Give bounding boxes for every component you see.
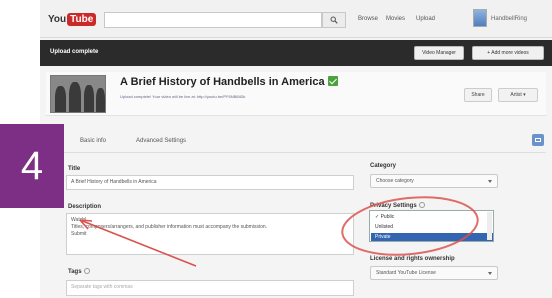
step-number: 4 [20, 143, 44, 188]
tab-basic-info[interactable]: Basic info [80, 138, 106, 144]
privacy-select[interactable]: ✓ Public Unlisted Private [369, 210, 494, 242]
logo-you-text: You [48, 13, 67, 25]
video-title-text: A Brief History of Handbells in America [120, 76, 325, 88]
tags-input[interactable]: Separate tags with commas [66, 280, 354, 296]
youtube-logo[interactable]: You Tube [48, 9, 98, 29]
description-label: Description [68, 204, 102, 210]
description-line: Submit [71, 231, 87, 237]
chevron-down-icon [488, 272, 492, 275]
edit-icon[interactable] [532, 134, 544, 146]
search-icon [330, 16, 338, 24]
video-title: A Brief History of Handbells in America [120, 76, 338, 88]
video-summary: A Brief History of Handbells in America … [46, 72, 546, 116]
top-header: You Tube Browse Movies Upload HandbellRi… [40, 0, 552, 38]
description-line: Watch! [71, 217, 87, 223]
search-button[interactable] [322, 12, 346, 28]
help-icon[interactable] [83, 268, 90, 274]
video-thumbnail [50, 75, 106, 113]
user-name-link[interactable]: HandbellRing [491, 16, 527, 22]
help-icon[interactable] [418, 202, 425, 208]
avatar[interactable] [473, 9, 487, 27]
nav-movies-link[interactable]: Movies [386, 16, 405, 22]
step-number-badge: 4 [0, 124, 64, 208]
privacy-option-private[interactable]: Private [371, 233, 493, 241]
category-select[interactable]: Choose category [370, 174, 498, 188]
youtube-upload-window: You Tube Browse Movies Upload HandbellRi… [40, 0, 552, 298]
license-value: Standard YouTube License [376, 270, 436, 276]
description-line: Titles, composers/arrangers, and publish… [71, 224, 268, 230]
search-input[interactable] [104, 12, 322, 28]
privacy-option-public[interactable]: ✓ Public [371, 213, 493, 221]
logo-tube-text: Tube [67, 12, 97, 26]
privacy-scrollbar[interactable] [487, 212, 492, 240]
tab-divider [46, 152, 546, 153]
category-value: Choose category [376, 178, 414, 184]
tags-label-text: Tags [68, 269, 82, 275]
upload-status-text: Upload complete [50, 49, 99, 55]
share-button[interactable]: Share [464, 88, 492, 102]
tab-advanced-settings[interactable]: Advanced Settings [136, 138, 186, 144]
license-select[interactable]: Standard YouTube License [370, 266, 498, 280]
video-upload-info: Upload complete! Your video will be live… [120, 94, 246, 99]
privacy-option-unlisted[interactable]: Unlisted [371, 223, 493, 231]
description-field[interactable]: Watch! Titles, composers/arrangers, and … [66, 213, 354, 255]
add-more-videos-button[interactable]: + Add more videos [472, 46, 544, 60]
artist-dropdown-button[interactable]: Artist ▾ [498, 88, 538, 102]
check-icon [327, 76, 338, 86]
video-manager-button[interactable]: Video Manager [414, 46, 464, 60]
title-label: Title [68, 166, 81, 172]
chevron-down-icon [488, 180, 492, 183]
category-label: Category [370, 163, 397, 169]
nav-browse-link[interactable]: Browse [358, 16, 378, 22]
title-field[interactable]: A Brief History of Handbells in America [66, 175, 354, 190]
tags-label: Tags [68, 268, 90, 275]
privacy-label-text: Privacy Settings [370, 203, 417, 209]
nav-upload-link[interactable]: Upload [416, 16, 435, 22]
privacy-label: Privacy Settings [370, 202, 425, 209]
license-label: License and rights ownership [370, 256, 455, 262]
upload-status-bar: Upload complete Video Manager + Add more… [40, 40, 552, 66]
